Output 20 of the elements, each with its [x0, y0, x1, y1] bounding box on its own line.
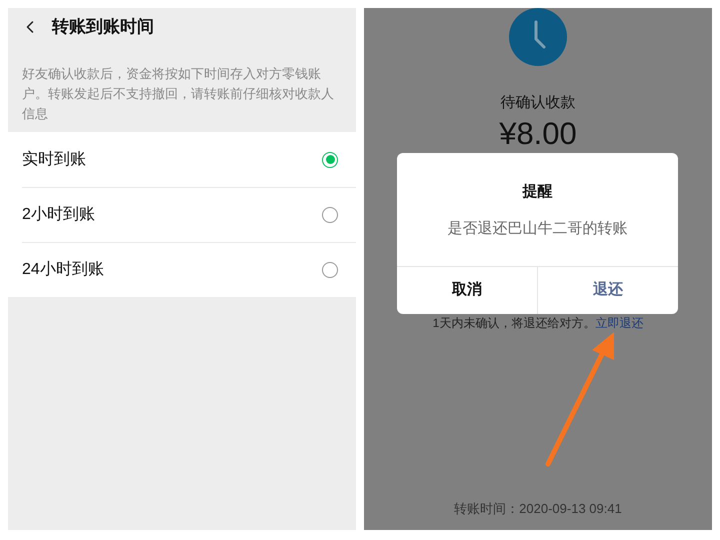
dialog-title: 提醒 — [522, 182, 552, 202]
status-text: 待确认收款 — [500, 93, 576, 113]
radio-button[interactable] — [322, 206, 338, 222]
option-label: 实时到账 — [22, 150, 86, 170]
transfer-time: 转账时间：2020-09-13 09:41 — [454, 500, 622, 518]
amount-text: ¥8.00 — [499, 116, 577, 150]
cancel-button[interactable]: 取消 — [397, 267, 537, 314]
option-label: 2小时到账 — [22, 204, 95, 224]
description-text: 好友确认收款后，资金将按如下时间存入对方零钱账户。转账发起后不支持撤回，请转账前仔细核对收款人信息 — [21, 65, 335, 123]
option-row[interactable]: 24小时到账 — [8, 242, 356, 297]
clock-icon — [509, 8, 567, 66]
confirm-button[interactable]: 退还 — [537, 267, 678, 314]
option-row[interactable]: 实时到账 — [8, 132, 356, 187]
notice-text: 1天内未确认，将退还给对方。 — [432, 316, 596, 330]
radio-button[interactable] — [322, 152, 338, 168]
option-row[interactable]: 2小时到账 — [8, 187, 356, 242]
radio-button[interactable] — [322, 262, 338, 278]
option-label: 24小时到账 — [22, 260, 104, 280]
dialog-message: 是否退还巴山牛二哥的转账 — [448, 218, 628, 238]
page-title: 转账到账时间 — [52, 16, 154, 38]
